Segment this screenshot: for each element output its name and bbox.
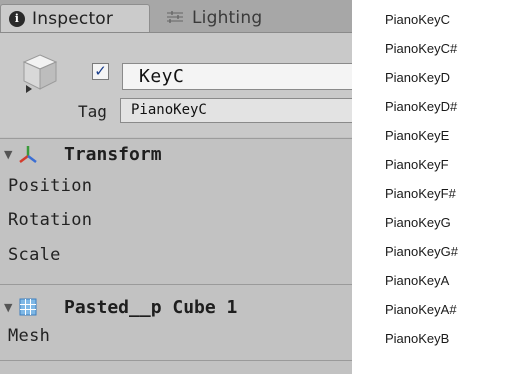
tag-popup-list: PianoKeyC PianoKeyC# PianoKeyD PianoKeyD… xyxy=(352,0,505,374)
tag-option[interactable]: PianoKeyG# xyxy=(385,244,458,259)
tag-label: Tag xyxy=(78,102,107,121)
transform-axes-icon xyxy=(19,146,37,163)
foldout-arrow-icon[interactable]: ▼ xyxy=(4,301,16,314)
tag-option[interactable]: PianoKeyB xyxy=(385,331,449,346)
tab-inspector-label: Inspector xyxy=(32,8,114,29)
tag-option[interactable]: PianoKeyF# xyxy=(385,186,456,201)
scale-label: Scale xyxy=(8,245,61,265)
tag-option[interactable]: PianoKeyF xyxy=(385,157,449,172)
active-checkbox[interactable]: ✓ xyxy=(92,63,109,80)
lighting-icon xyxy=(166,9,184,28)
tab-inspector[interactable]: i Inspector xyxy=(0,4,150,32)
foldout-arrow-icon[interactable]: ▼ xyxy=(4,148,16,161)
cube-icon xyxy=(22,54,58,93)
mesh-filter-title: Pasted__p Cube 1 xyxy=(64,296,238,318)
info-icon: i xyxy=(9,10,25,27)
tag-dropdown[interactable]: PianoKeyC xyxy=(120,98,352,123)
section-divider xyxy=(0,284,352,285)
transform-title: Transform xyxy=(64,143,162,165)
mesh-filter-icon xyxy=(19,298,37,316)
section-divider xyxy=(0,360,352,361)
tag-option[interactable]: PianoKeyC# xyxy=(385,41,457,56)
transform-header[interactable]: ▼ Transform xyxy=(0,138,352,169)
tag-option[interactable]: PianoKeyG xyxy=(385,215,451,230)
tag-option[interactable]: PianoKeyD# xyxy=(385,99,457,114)
gameobject-header: ✓ KeyC Tag PianoKeyC xyxy=(0,33,352,137)
tag-option[interactable]: PianoKeyD xyxy=(385,70,450,85)
tab-bar: i Inspector Lighting xyxy=(0,0,352,33)
tab-lighting[interactable]: Lighting xyxy=(156,4,346,32)
rotation-label: Rotation xyxy=(8,210,93,230)
mesh-label: Mesh xyxy=(8,326,51,346)
inspector-panel: i Inspector Lighting ✓ KeyC Tag PianoKey… xyxy=(0,0,352,374)
tag-option[interactable]: PianoKeyE xyxy=(385,128,449,143)
position-label: Position xyxy=(8,176,93,196)
tab-lighting-label: Lighting xyxy=(192,8,263,28)
tag-option[interactable]: PianoKeyC xyxy=(385,12,450,27)
tag-option[interactable]: PianoKeyA xyxy=(385,273,449,288)
tag-option[interactable]: PianoKeyA# xyxy=(385,302,457,317)
mesh-filter-header[interactable]: ▼ Pasted__p Cube 1 xyxy=(0,292,352,322)
name-field[interactable]: KeyC xyxy=(122,63,352,90)
